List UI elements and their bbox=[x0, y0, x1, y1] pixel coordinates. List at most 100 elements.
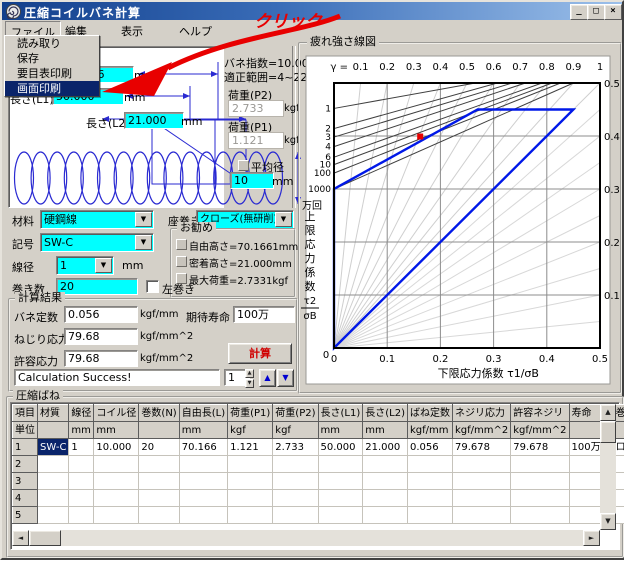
data-cell[interactable]: 100万 bbox=[569, 439, 603, 456]
data-cell[interactable] bbox=[273, 473, 318, 490]
file-menu-item-0[interactable]: 読み取り bbox=[5, 36, 99, 51]
data-cell[interactable] bbox=[69, 490, 94, 507]
data-cell[interactable] bbox=[94, 456, 139, 473]
data-cell[interactable]: 79.678 bbox=[453, 439, 511, 456]
coil-count-field[interactable]: 20 bbox=[56, 278, 138, 295]
wire-dia-combo[interactable]: 1 ▼ bbox=[56, 256, 114, 275]
data-cell[interactable] bbox=[228, 456, 273, 473]
material-dropdown-icon[interactable]: ▼ bbox=[135, 212, 152, 227]
data-cell[interactable] bbox=[569, 490, 603, 507]
data-cell[interactable] bbox=[139, 490, 179, 507]
menu-help[interactable]: ヘルプ bbox=[174, 21, 217, 41]
mean-diameter-field[interactable]: 10 bbox=[230, 172, 274, 189]
data-cell[interactable] bbox=[228, 490, 273, 507]
data-cell[interactable]: 2.733 bbox=[273, 439, 318, 456]
scroll-right-icon[interactable]: ► bbox=[583, 530, 600, 546]
length-l2-field[interactable]: 21.000 bbox=[124, 112, 184, 129]
allowable-stress-field[interactable]: 79.68 bbox=[64, 350, 138, 367]
next-record-button[interactable]: ▼ bbox=[277, 369, 294, 387]
close-button[interactable]: × bbox=[604, 4, 622, 20]
prev-record-button[interactable]: ▲ bbox=[259, 369, 276, 387]
data-cell[interactable] bbox=[228, 507, 273, 524]
data-cell[interactable] bbox=[318, 507, 363, 524]
data-cell[interactable] bbox=[38, 507, 69, 524]
data-cell[interactable] bbox=[69, 456, 94, 473]
data-cell[interactable] bbox=[569, 473, 603, 490]
scroll-up-icon[interactable]: ▲ bbox=[600, 404, 616, 421]
data-cell[interactable] bbox=[408, 456, 453, 473]
calculate-button[interactable]: 計算 bbox=[228, 343, 292, 364]
data-cell[interactable] bbox=[511, 456, 569, 473]
data-cell[interactable] bbox=[453, 490, 511, 507]
data-cell[interactable] bbox=[363, 473, 408, 490]
torsion-stress-field[interactable]: 79.68 bbox=[64, 328, 138, 345]
data-cell[interactable] bbox=[453, 473, 511, 490]
data-cell[interactable] bbox=[318, 456, 363, 473]
data-cell[interactable] bbox=[38, 456, 69, 473]
material-combo[interactable]: 硬鋼線 ▼ bbox=[40, 210, 154, 229]
symbol-combo[interactable]: SW-C ▼ bbox=[40, 233, 154, 252]
data-cell[interactable] bbox=[69, 473, 94, 490]
data-cell[interactable] bbox=[453, 507, 511, 524]
data-cell[interactable]: 79.678 bbox=[511, 439, 569, 456]
data-cell[interactable] bbox=[179, 456, 227, 473]
data-cell[interactable]: 50.000 bbox=[318, 439, 363, 456]
data-cell[interactable] bbox=[453, 456, 511, 473]
data-cell[interactable]: 70.166 bbox=[179, 439, 227, 456]
data-cell[interactable] bbox=[511, 473, 569, 490]
data-cell[interactable] bbox=[408, 490, 453, 507]
data-cell[interactable]: 10.000 bbox=[94, 439, 139, 456]
data-cell[interactable] bbox=[94, 490, 139, 507]
data-cell[interactable] bbox=[69, 507, 94, 524]
data-cell[interactable] bbox=[38, 490, 69, 507]
data-cell[interactable] bbox=[408, 473, 453, 490]
data-cell[interactable] bbox=[569, 456, 603, 473]
data-cell[interactable] bbox=[273, 490, 318, 507]
wire-dia-dropdown-icon[interactable]: ▼ bbox=[95, 258, 112, 273]
data-cell[interactable] bbox=[318, 490, 363, 507]
left-hand-checkbox[interactable] bbox=[146, 280, 159, 293]
end-coil-dropdown-icon[interactable]: ▼ bbox=[275, 212, 292, 227]
data-cell[interactable] bbox=[318, 473, 363, 490]
symbol-dropdown-icon[interactable]: ▼ bbox=[135, 235, 152, 250]
data-cell[interactable] bbox=[139, 456, 179, 473]
data-cell[interactable] bbox=[511, 507, 569, 524]
maximize-button[interactable]: □ bbox=[587, 4, 605, 20]
life-field[interactable]: 100万 bbox=[233, 306, 295, 323]
data-cell[interactable]: 1.121 bbox=[228, 439, 273, 456]
data-cell[interactable] bbox=[408, 507, 453, 524]
data-cell[interactable] bbox=[273, 456, 318, 473]
data-cell[interactable] bbox=[94, 473, 139, 490]
data-cell[interactable] bbox=[179, 473, 227, 490]
data-cell[interactable] bbox=[228, 473, 273, 490]
minimize-button[interactable]: _ bbox=[570, 4, 588, 20]
file-menu-item-3[interactable]: 画面印刷 bbox=[5, 81, 99, 96]
h-scrollbar[interactable]: ◄ ► bbox=[12, 530, 600, 546]
h-scroll-thumb[interactable] bbox=[29, 530, 61, 546]
v-scrollbar[interactable]: ▲ ▼ bbox=[600, 404, 616, 530]
menu-view[interactable]: 表示 bbox=[116, 21, 148, 41]
recommend-apply-icon[interactable] bbox=[176, 256, 187, 267]
data-cell[interactable] bbox=[139, 473, 179, 490]
v-scroll-thumb[interactable] bbox=[600, 421, 616, 443]
data-cell[interactable]: 21.000 bbox=[363, 439, 408, 456]
data-cell[interactable] bbox=[363, 490, 408, 507]
data-cell[interactable] bbox=[94, 507, 139, 524]
data-cell[interactable] bbox=[139, 507, 179, 524]
data-cell[interactable] bbox=[363, 456, 408, 473]
data-cell[interactable] bbox=[569, 507, 603, 524]
data-cell[interactable] bbox=[363, 507, 408, 524]
data-cell[interactable] bbox=[38, 473, 69, 490]
spring-rate-field[interactable]: 0.056 bbox=[64, 306, 138, 323]
scroll-down-icon[interactable]: ▼ bbox=[600, 513, 616, 530]
data-cell[interactable]: 0.056 bbox=[408, 439, 453, 456]
file-menu-item-1[interactable]: 保存 bbox=[5, 51, 99, 66]
scroll-left-icon[interactable]: ◄ bbox=[12, 530, 29, 546]
data-cell[interactable]: 20 bbox=[139, 439, 179, 456]
file-menu-item-2[interactable]: 要目表印刷 bbox=[5, 66, 99, 81]
data-cell[interactable] bbox=[179, 490, 227, 507]
record-spinner-buttons[interactable]: ▲ ▼ bbox=[245, 369, 254, 386]
data-cell[interactable] bbox=[273, 507, 318, 524]
recommend-apply-icon[interactable] bbox=[176, 239, 187, 250]
data-cell[interactable]: 1 bbox=[69, 439, 94, 456]
